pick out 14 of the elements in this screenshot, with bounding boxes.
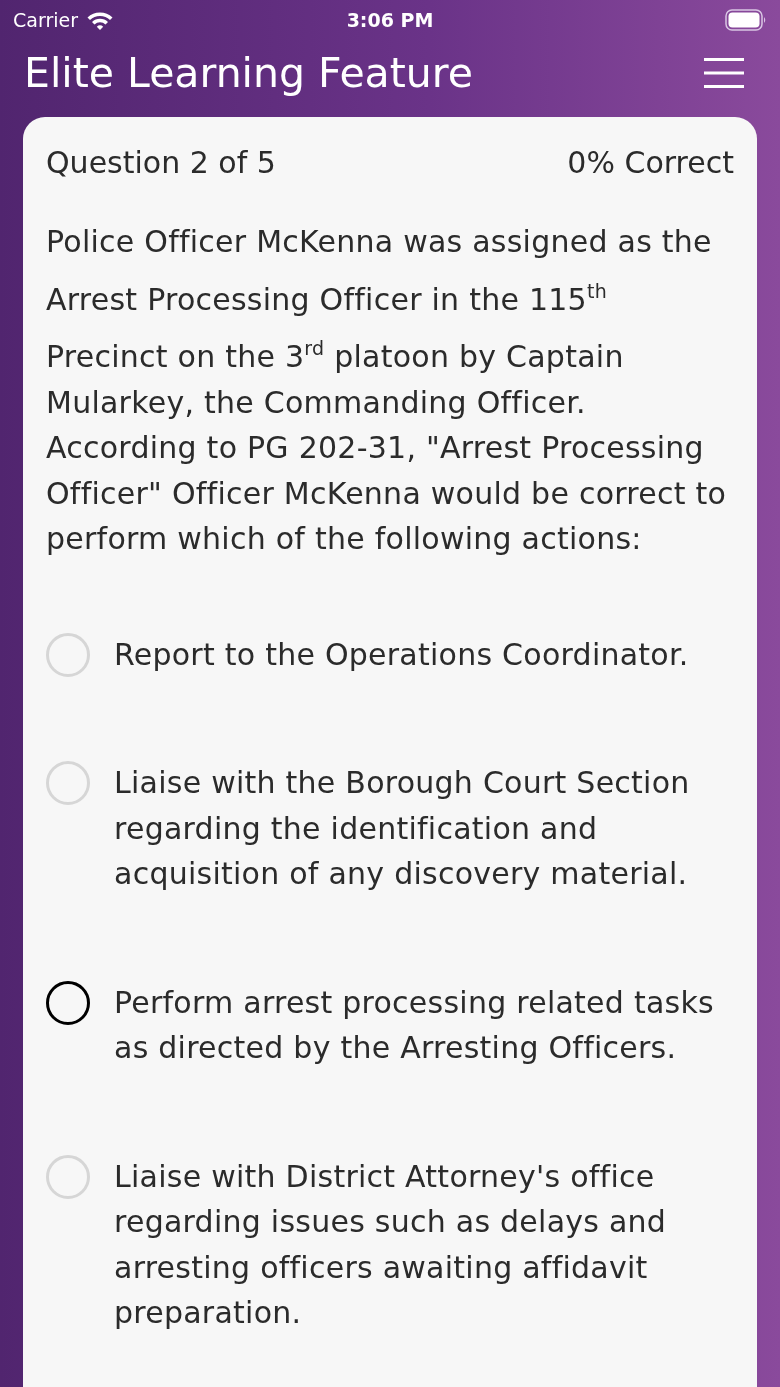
answer-option-text[interactable]: Perform arrest processing related tasks as directed by the Arresting Officers.: [114, 979, 734, 1071]
status-time: 3:06 PM: [346, 9, 434, 31]
answer-option-text[interactable]: Liaise with District Attorney's office regarding issues such as delays and arresting officers awaiting affidavit preparation.: [114, 1153, 734, 1336]
answer-option-text[interactable]: Liaise with the Borough Court Section regarding the identification and acquisition of any discovery material.: [114, 760, 734, 897]
menu-icon[interactable]: [704, 56, 744, 89]
battery-icon: [725, 9, 767, 31]
carrier-label: Carrier: [13, 9, 78, 31]
score-label: 0% Correct: [567, 145, 734, 181]
radio-icon[interactable]: [46, 980, 90, 1025]
question-text: Police Officer McKenna was assigned as the Arrest Processing Officer in the 115$^{th}$ Precinct on the 3$^{rd}$ platoon by Captain Mularkey, the Commanding Officer. According to PG 202-31, "Arrest Processing Officer" Officer McKenna would be correct to perform which of the following actions:: [46, 223, 728, 558]
wifi-icon: [86, 10, 114, 30]
question-counter: Question 2 of 5: [46, 145, 276, 181]
answer-option-text[interactable]: Report to the Operations Coordinator.: [114, 631, 689, 677]
app-title: Elite Learning Feature: [24, 48, 473, 97]
